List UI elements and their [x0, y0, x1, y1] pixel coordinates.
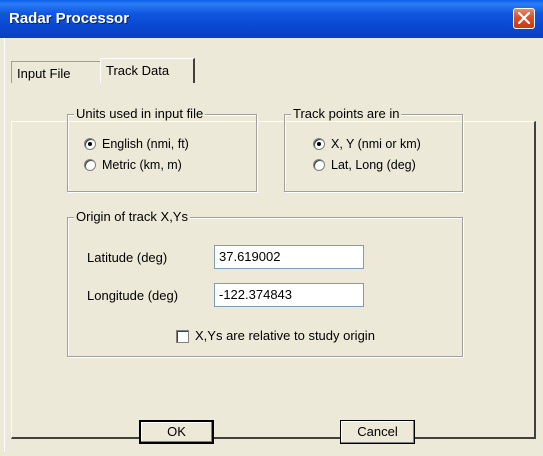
units-group-legend: Units used in input file [74, 106, 206, 121]
relative-to-origin-label[interactable]: X,Ys are relative to study origin [195, 328, 375, 343]
tab-label: Input File [17, 66, 71, 81]
longitude-label: Longitude (deg) [87, 288, 179, 303]
radio-button[interactable] [84, 138, 96, 150]
radio-button[interactable] [313, 159, 325, 171]
close-button[interactable] [513, 8, 535, 29]
units-group: Units used in input file English (nmi, f… [67, 106, 257, 192]
longitude-input[interactable]: -122.374843 [214, 283, 364, 307]
tab-label: Track Data [106, 63, 170, 78]
title-bar[interactable]: Radar Processor [0, 0, 543, 38]
relative-to-origin-checkbox[interactable] [176, 330, 189, 343]
latitude-value: 37.619002 [219, 249, 281, 264]
longitude-value: -122.374843 [219, 287, 293, 302]
origin-group: Origin of track X,Ys Latitude (deg) 37.6… [67, 209, 463, 357]
tab-track-data[interactable]: Track Data [100, 58, 195, 83]
radio-label: X, Y (nmi or km) [331, 137, 421, 151]
origin-group-legend: Origin of track X,Ys [74, 209, 190, 224]
radio-label: Metric (km, m) [102, 158, 182, 172]
close-icon [518, 12, 530, 24]
dialog-body: Input File Track Data Units used in inpu… [4, 38, 540, 452]
tab-input-file[interactable]: Input File [11, 61, 102, 83]
window-title: Radar Processor [9, 10, 130, 27]
radio-button[interactable] [84, 159, 96, 171]
cancel-button[interactable]: Cancel [340, 420, 415, 444]
latitude-input[interactable]: 37.619002 [214, 245, 364, 269]
latitude-label: Latitude (deg) [87, 250, 168, 265]
track-points-group: Track points are in X, Y (nmi or km) Lat… [284, 106, 463, 192]
track-points-group-legend: Track points are in [291, 106, 402, 121]
radio-label: Lat, Long (deg) [331, 158, 416, 172]
radio-label: English (nmi, ft) [102, 137, 189, 151]
ok-button[interactable]: OK [139, 420, 214, 444]
dialog-window: Radar Processor Input File Track Data Un… [0, 0, 543, 456]
radio-button[interactable] [313, 138, 325, 150]
